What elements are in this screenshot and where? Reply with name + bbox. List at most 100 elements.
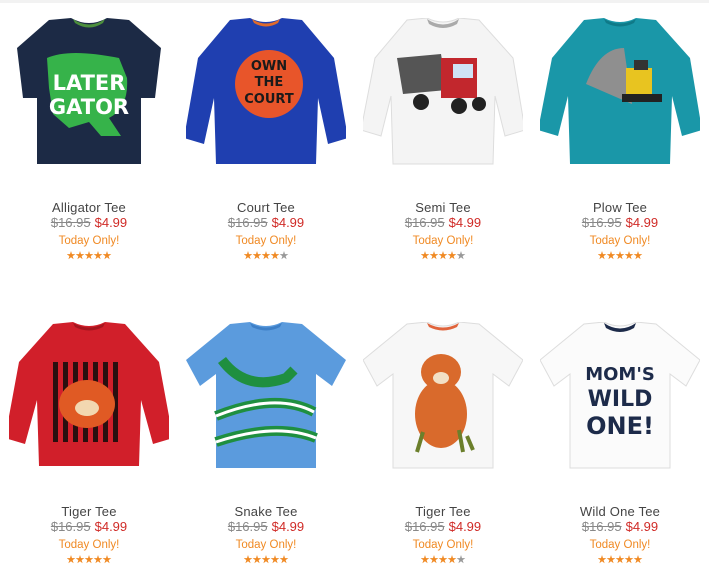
- star-icon: [84, 251, 94, 260]
- product-name[interactable]: Snake Tee: [177, 504, 355, 519]
- product-card[interactable]: Semi Tee $16.95 $4.99 Today Only!: [354, 18, 532, 263]
- star-icon: [75, 251, 85, 260]
- product-name[interactable]: Semi Tee: [354, 200, 532, 215]
- original-price: $16.95: [227, 215, 268, 230]
- price-block: $16.95 $4.99: [177, 215, 355, 231]
- star-icon: [615, 251, 625, 260]
- star-icon: [420, 251, 430, 260]
- star-icon: [93, 251, 103, 260]
- product-name[interactable]: Tiger Tee: [0, 504, 178, 519]
- rating-stars: [354, 555, 532, 567]
- star-icon: [93, 555, 103, 564]
- price-block: $16.95 $4.99: [0, 215, 178, 231]
- product-name[interactable]: Wild One Tee: [531, 504, 709, 519]
- star-icon: [75, 555, 85, 564]
- sale-price: $4.99: [94, 215, 128, 230]
- wild-one-tee-icon[interactable]: MOM'S WILD ONE!: [540, 322, 700, 472]
- original-price: $16.95: [404, 519, 445, 534]
- star-icon: [429, 251, 439, 260]
- svg-text:COURT: COURT: [244, 92, 294, 107]
- star-icon: [243, 251, 253, 260]
- alligator-tee-icon[interactable]: LATER GATOR: [9, 18, 169, 168]
- top-divider: [0, 0, 709, 3]
- sale-price: $4.99: [271, 215, 305, 230]
- snake-tee-icon[interactable]: [186, 322, 346, 472]
- product-card[interactable]: LATER GATOR Alligator Tee $16.95 $4.99 To…: [0, 18, 178, 263]
- star-icon: [270, 251, 280, 260]
- product-name[interactable]: Plow Tee: [531, 200, 709, 215]
- price-block: $16.95 $4.99: [531, 215, 709, 231]
- price-block: $16.95 $4.99: [354, 519, 532, 535]
- svg-text:GATOR: GATOR: [49, 95, 129, 119]
- product-card[interactable]: OWN THE COURT Court Tee $16.95 $4.99 Toda…: [177, 18, 355, 263]
- star-icon: [261, 555, 271, 564]
- svg-text:MOM'S: MOM'S: [585, 364, 655, 385]
- promo-label: Today Only!: [412, 235, 474, 247]
- rating-stars: [531, 555, 709, 567]
- product-card[interactable]: Tiger Tee $16.95 $4.99 Today Only!: [354, 322, 532, 567]
- sale-price: $4.99: [448, 519, 482, 534]
- promo-label: Today Only!: [589, 539, 651, 551]
- product-name[interactable]: Tiger Tee: [354, 504, 532, 519]
- price-block: $16.95 $4.99: [0, 519, 178, 535]
- sale-price: $4.99: [448, 215, 482, 230]
- star-icon: [456, 555, 466, 564]
- star-icon: [243, 555, 253, 564]
- star-icon: [633, 555, 643, 564]
- product-name[interactable]: Court Tee: [177, 200, 355, 215]
- original-price: $16.95: [581, 215, 622, 230]
- star-icon: [261, 251, 271, 260]
- star-icon: [429, 555, 439, 564]
- star-icon: [438, 555, 448, 564]
- star-icon: [279, 555, 289, 564]
- star-icon: [606, 251, 616, 260]
- svg-text:THE: THE: [255, 75, 284, 90]
- star-icon: [102, 251, 112, 260]
- original-price: $16.95: [227, 519, 268, 534]
- product-card[interactable]: MOM'S WILD ONE! Wild One Tee $16.95 $4.99…: [531, 322, 709, 567]
- star-icon: [420, 555, 430, 564]
- star-icon: [270, 555, 280, 564]
- promo-label: Today Only!: [589, 235, 651, 247]
- promo-label: Today Only!: [412, 539, 474, 551]
- sale-price: $4.99: [625, 215, 659, 230]
- price-block: $16.95 $4.99: [531, 519, 709, 535]
- svg-text:ONE!: ONE!: [586, 412, 654, 440]
- star-icon: [252, 251, 262, 260]
- star-icon: [597, 555, 607, 564]
- original-price: $16.95: [50, 215, 91, 230]
- truck-tee-icon[interactable]: [363, 18, 523, 168]
- promo-label: Today Only!: [235, 539, 297, 551]
- rating-stars: [0, 251, 178, 263]
- rating-stars: [177, 251, 355, 263]
- star-icon: [447, 555, 457, 564]
- tiger-tee-icon[interactable]: [9, 322, 169, 472]
- promo-label: Today Only!: [58, 235, 120, 247]
- star-icon: [624, 251, 634, 260]
- basketball-tee-icon[interactable]: OWN THE COURT: [186, 18, 346, 168]
- product-name[interactable]: Alligator Tee: [0, 200, 178, 215]
- product-card[interactable]: Plow Tee $16.95 $4.99 Today Only!: [531, 18, 709, 263]
- product-card[interactable]: Tiger Tee $16.95 $4.99 Today Only!: [0, 322, 178, 567]
- star-icon: [606, 555, 616, 564]
- sale-price: $4.99: [271, 519, 305, 534]
- svg-text:LATER: LATER: [53, 71, 126, 95]
- rating-stars: [531, 251, 709, 263]
- star-icon: [456, 251, 466, 260]
- rating-stars: [0, 555, 178, 567]
- product-card[interactable]: Snake Tee $16.95 $4.99 Today Only!: [177, 322, 355, 567]
- rating-stars: [177, 555, 355, 567]
- promo-label: Today Only!: [58, 539, 120, 551]
- svg-text:OWN: OWN: [251, 59, 287, 74]
- tiger-cub-tee-icon[interactable]: [363, 322, 523, 472]
- original-price: $16.95: [404, 215, 445, 230]
- rating-stars: [354, 251, 532, 263]
- star-icon: [66, 251, 76, 260]
- star-icon: [252, 555, 262, 564]
- star-icon: [633, 251, 643, 260]
- promo-label: Today Only!: [235, 235, 297, 247]
- star-icon: [102, 555, 112, 564]
- star-icon: [447, 251, 457, 260]
- original-price: $16.95: [50, 519, 91, 534]
- plow-tee-icon[interactable]: [540, 18, 700, 168]
